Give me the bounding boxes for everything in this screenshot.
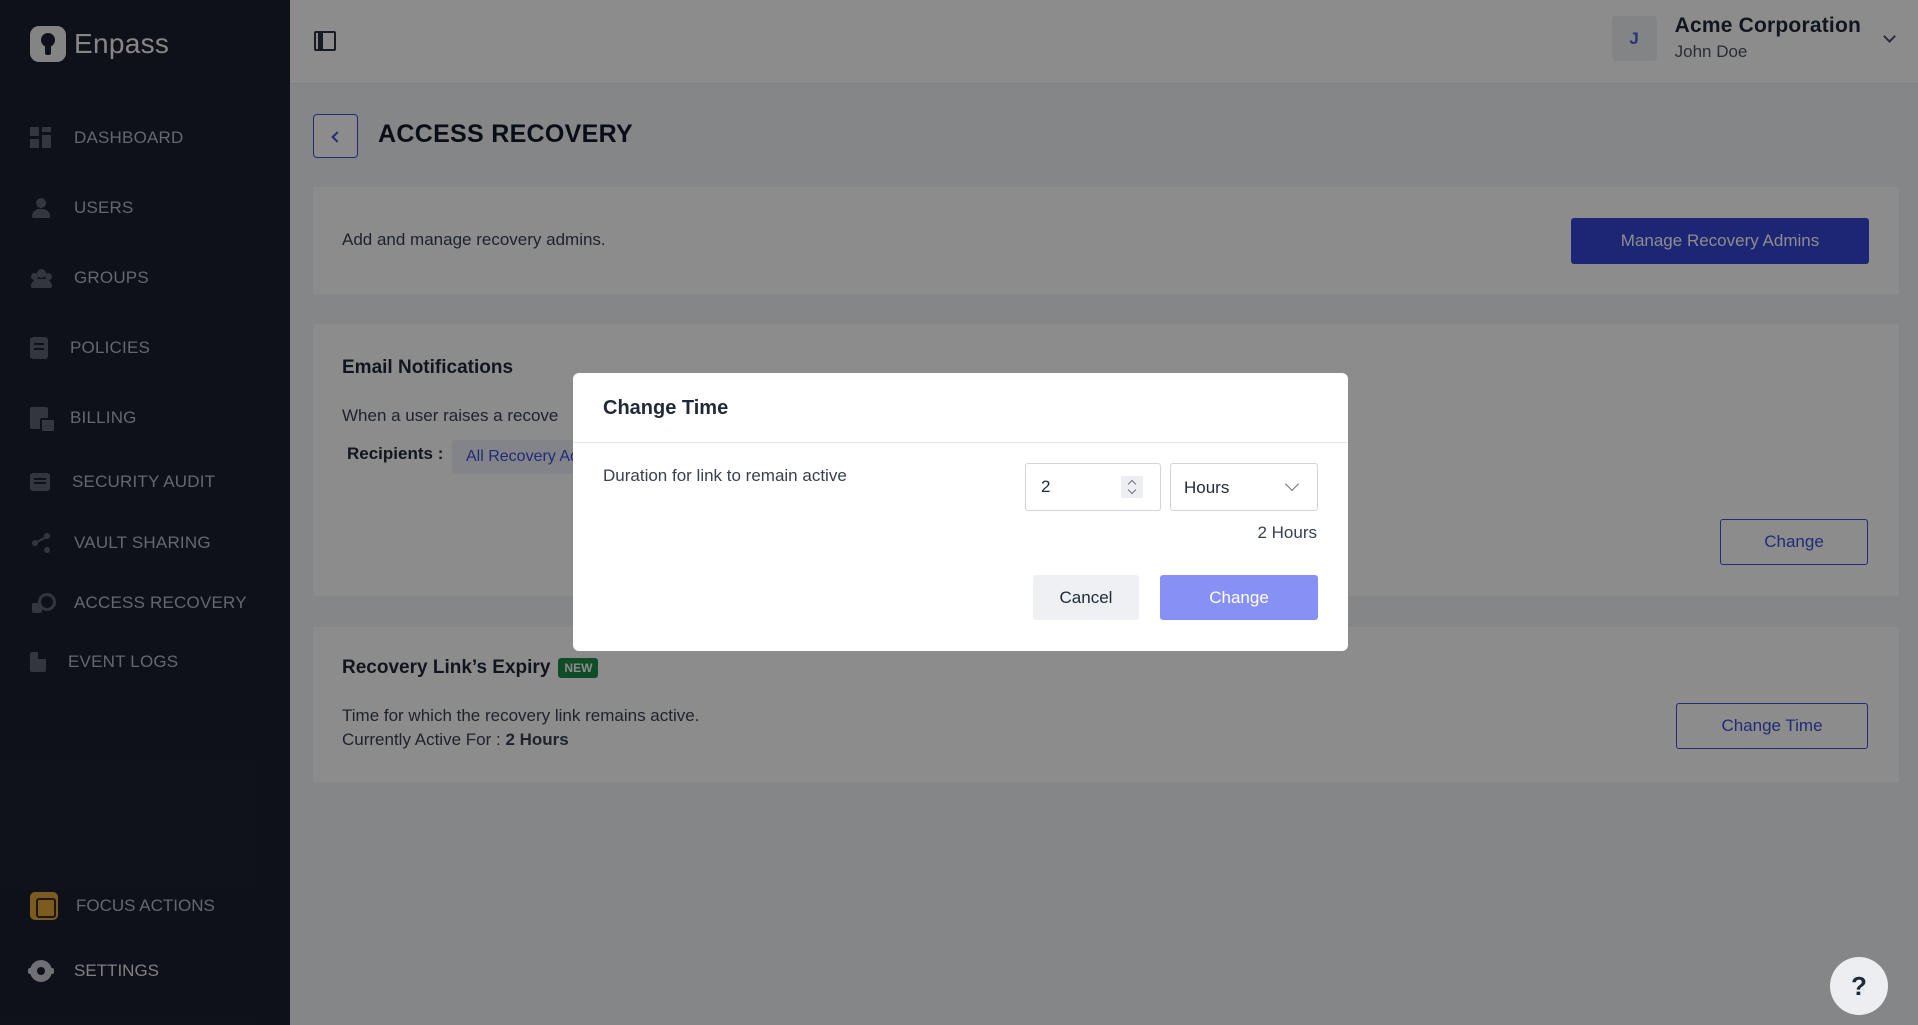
dialog-header: Change Time (573, 373, 1348, 443)
unit-select-value: Hours (1184, 478, 1230, 497)
cancel-button[interactable]: Cancel (1033, 575, 1139, 620)
duration-summary: 2 Hours (1257, 523, 1317, 542)
dialog-title: Change Time (603, 397, 729, 419)
help-button[interactable]: ? (1830, 957, 1888, 1015)
unit-select[interactable]: Hours (1170, 463, 1318, 511)
chevron-down-icon (1284, 476, 1300, 492)
change-time-dialog: Change Time Duration for link to remain … (573, 373, 1348, 651)
confirm-change-button[interactable]: Change (1160, 575, 1318, 620)
stepper-arrows-icon[interactable] (1121, 476, 1143, 498)
duration-label: Duration for link to remain active (603, 466, 847, 485)
